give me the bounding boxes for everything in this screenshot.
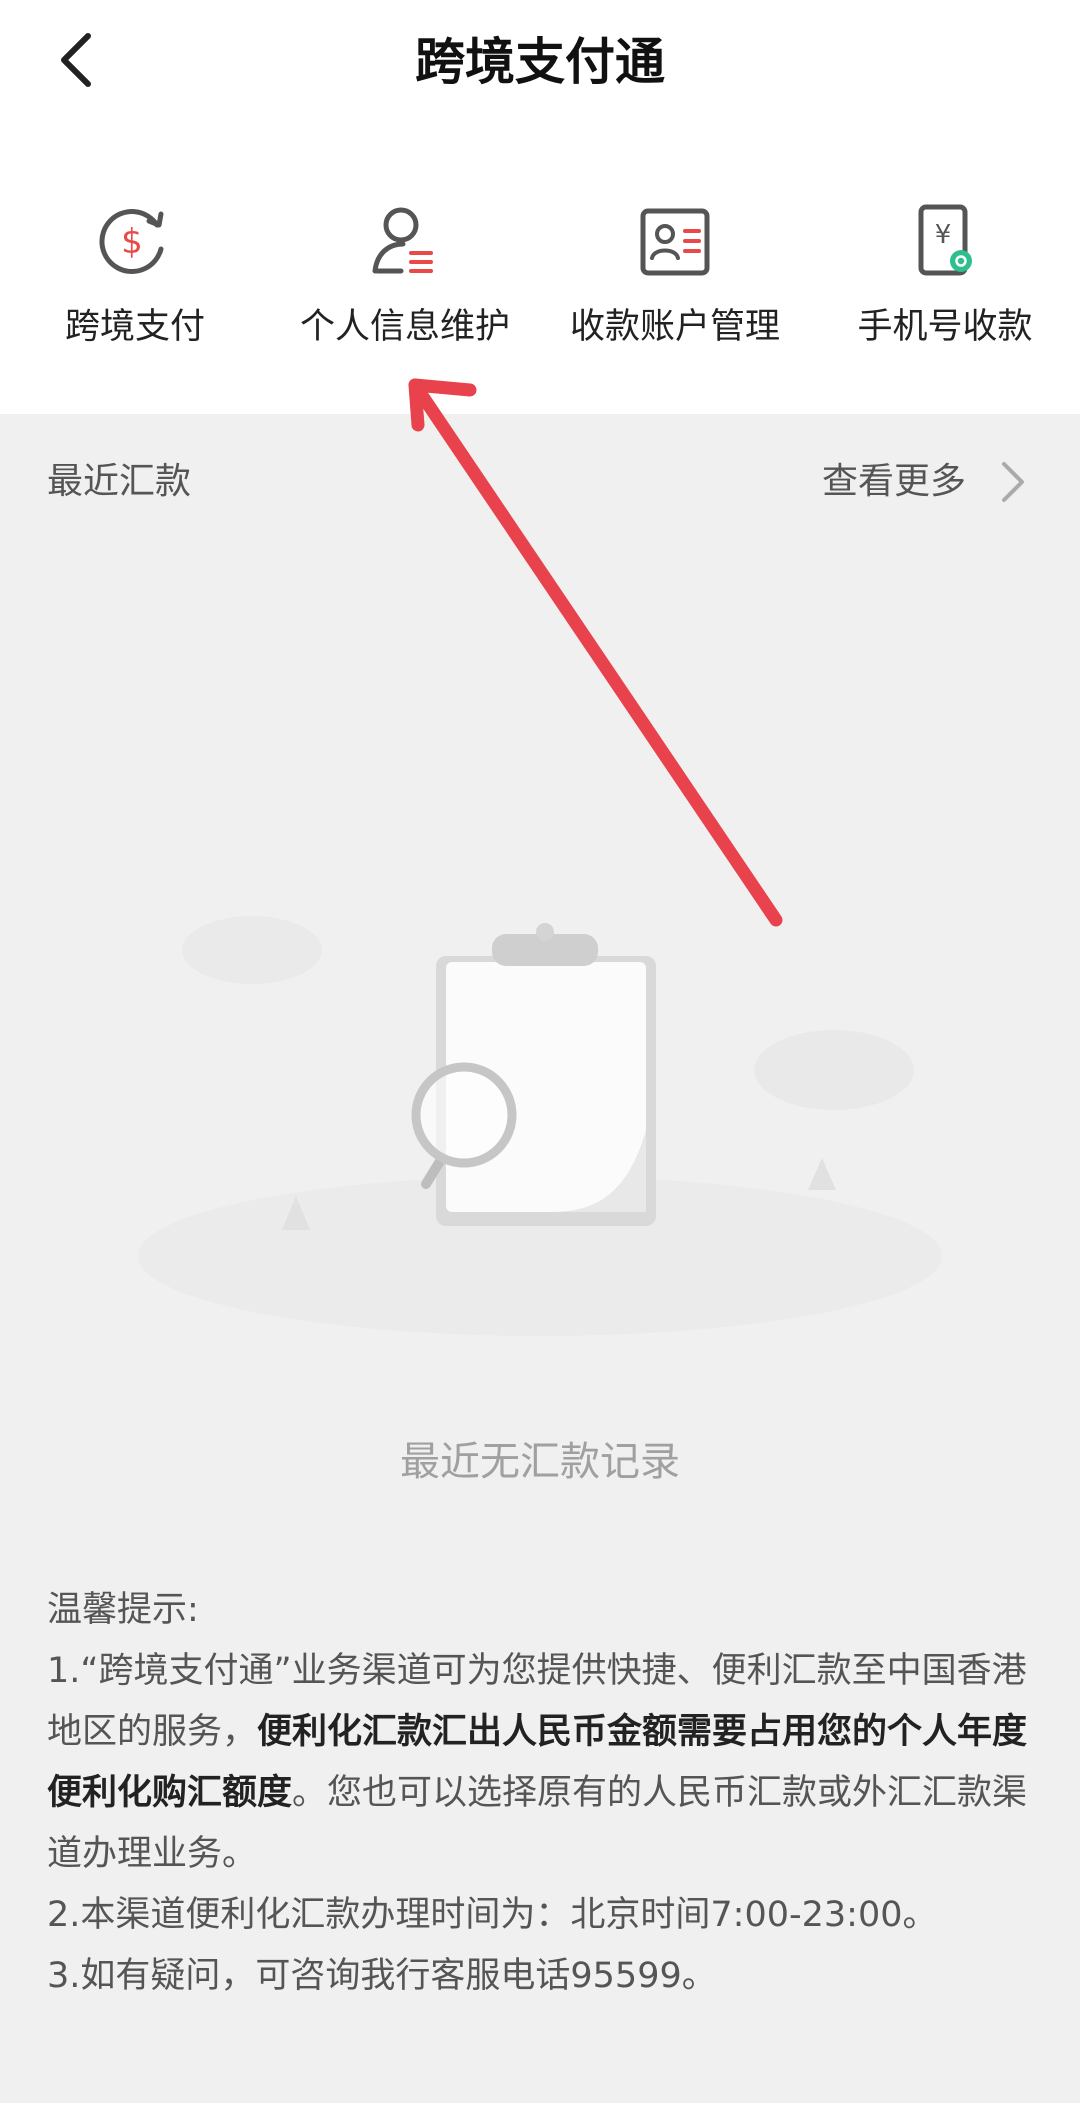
id-card-icon — [630, 196, 720, 286]
menu-item-phone-receive[interactable]: ¥ 手机号收款 — [810, 196, 1080, 350]
page-title: 跨境支付通 — [415, 33, 665, 91]
chevron-right-icon — [996, 456, 1030, 508]
tip-item-3: 3.如有疑问，可咨询我行客服电话95599。 — [47, 1956, 717, 1996]
menu-label: 跨境支付 — [64, 307, 205, 347]
menu-label: 手机号收款 — [857, 307, 1033, 347]
view-more-label: 查看更多 — [821, 461, 966, 502]
section-title: 最近汇款 — [47, 461, 192, 502]
service-menu: $ 跨境支付 个人信息维护 收款账户管理 ¥ 手机号收款 — [0, 196, 1080, 350]
menu-item-account-management[interactable]: 收款账户管理 — [540, 196, 810, 350]
tip-item-2: 2.本渠道便利化汇款办理时间为：北京时间7:00-23:00。 — [47, 1895, 938, 1935]
empty-state-illustration — [130, 900, 950, 1340]
dollar-refresh-icon: $ — [90, 196, 180, 286]
recent-remittance-header: 最近汇款 查看更多 — [0, 450, 1080, 516]
tip-item-1: 1.“跨境支付通”业务渠道可为您提供快捷、便利汇款至中国香港地区的服务，便利化汇… — [47, 1641, 1037, 1885]
tips-section: 温馨提示: 1.“跨境支付通”业务渠道可为您提供快捷、便利汇款至中国香港地区的服… — [47, 1580, 1037, 2007]
menu-item-personal-info[interactable]: 个人信息维护 — [270, 196, 540, 350]
svg-text:$: $ — [121, 222, 143, 262]
empty-state-text: 最近无汇款记录 — [400, 1439, 680, 1485]
svg-text:¥: ¥ — [935, 220, 952, 250]
menu-item-cross-border-pay[interactable]: $ 跨境支付 — [0, 196, 270, 350]
menu-label: 收款账户管理 — [569, 307, 780, 347]
menu-label: 个人信息维护 — [299, 307, 510, 347]
top-panel: 跨境支付通 $ 跨境支付 个人信息维护 收款账户管理 ¥ 手机号收款 — [0, 0, 1080, 414]
phone-yuan-icon: ¥ — [900, 196, 990, 286]
user-info-icon — [360, 196, 450, 286]
tips-heading: 温馨提示: — [47, 1590, 199, 1630]
view-more-link[interactable]: 查看更多 — [822, 456, 1030, 508]
